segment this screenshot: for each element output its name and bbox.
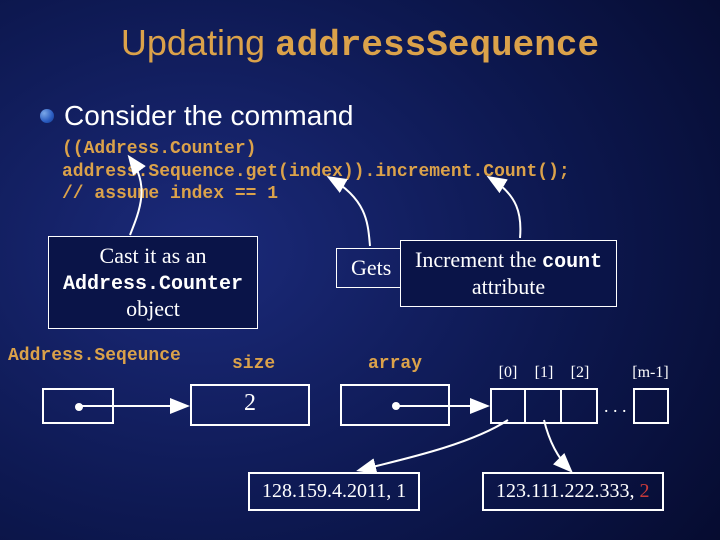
gets-text: Gets: [351, 255, 391, 280]
cell-0: [490, 388, 526, 424]
bullet-icon: [40, 109, 54, 123]
cast-line1: Cast it as an: [63, 243, 243, 269]
size-value-box: 2: [190, 384, 310, 426]
idx-2: [2]: [562, 364, 598, 382]
title-code: addressSequence: [275, 25, 599, 66]
ip-box-1: 128.159.4.2011, 1: [248, 472, 420, 511]
cell-1: [526, 388, 562, 424]
size-value: 2: [192, 390, 308, 417]
inc-line1-code: count: [542, 251, 602, 274]
title-pre: Updating: [121, 22, 275, 63]
code-line-1: ((Address.Counter): [62, 138, 570, 161]
code-line-3: // assume index == 1: [62, 183, 570, 206]
inc-line1-pre: Increment the: [415, 247, 542, 272]
bullet-text: Consider the command: [64, 100, 353, 132]
callout-cast: Cast it as an Address.Counter object: [48, 236, 258, 329]
label-array: array: [368, 354, 422, 374]
cast-line3: object: [63, 296, 243, 322]
cast-line2: Address.Counter: [63, 273, 243, 296]
idx-1: [1]: [526, 364, 562, 382]
ip1-text: 128.159.4.2011, 1: [262, 480, 406, 502]
array-row: [0] [1] [2] . . . [m-1]: [490, 388, 669, 424]
idx-0: [0]: [490, 364, 526, 382]
cell-2: [562, 388, 598, 424]
array-pointer-box: [340, 384, 450, 426]
inc-line2: attribute: [415, 274, 602, 300]
dot-icon: [392, 402, 400, 410]
bullet-line: Consider the command: [40, 100, 353, 132]
code-block: ((Address.Counter) address.Sequence.get(…: [62, 138, 570, 206]
pointer-box: [42, 388, 114, 424]
callout-increment: Increment the count attribute: [400, 240, 617, 307]
slide-title: Updating addressSequence: [0, 22, 720, 66]
code-line-2: address.Sequence.get(index)).increment.C…: [62, 161, 570, 184]
ip2-pre: 123.111.222.333,: [496, 480, 640, 502]
cell-m1: [633, 388, 669, 424]
idx-m1: [m-1]: [627, 364, 675, 382]
ip-box-2: 123.111.222.333, 2: [482, 472, 664, 511]
ip2-num: 2: [640, 480, 650, 502]
label-sequence: Address.Seqeunce: [8, 346, 181, 366]
label-size: size: [232, 354, 275, 374]
ellipsis: . . .: [598, 396, 633, 417]
dot-icon: [75, 403, 83, 411]
callout-gets: Gets: [336, 248, 406, 288]
